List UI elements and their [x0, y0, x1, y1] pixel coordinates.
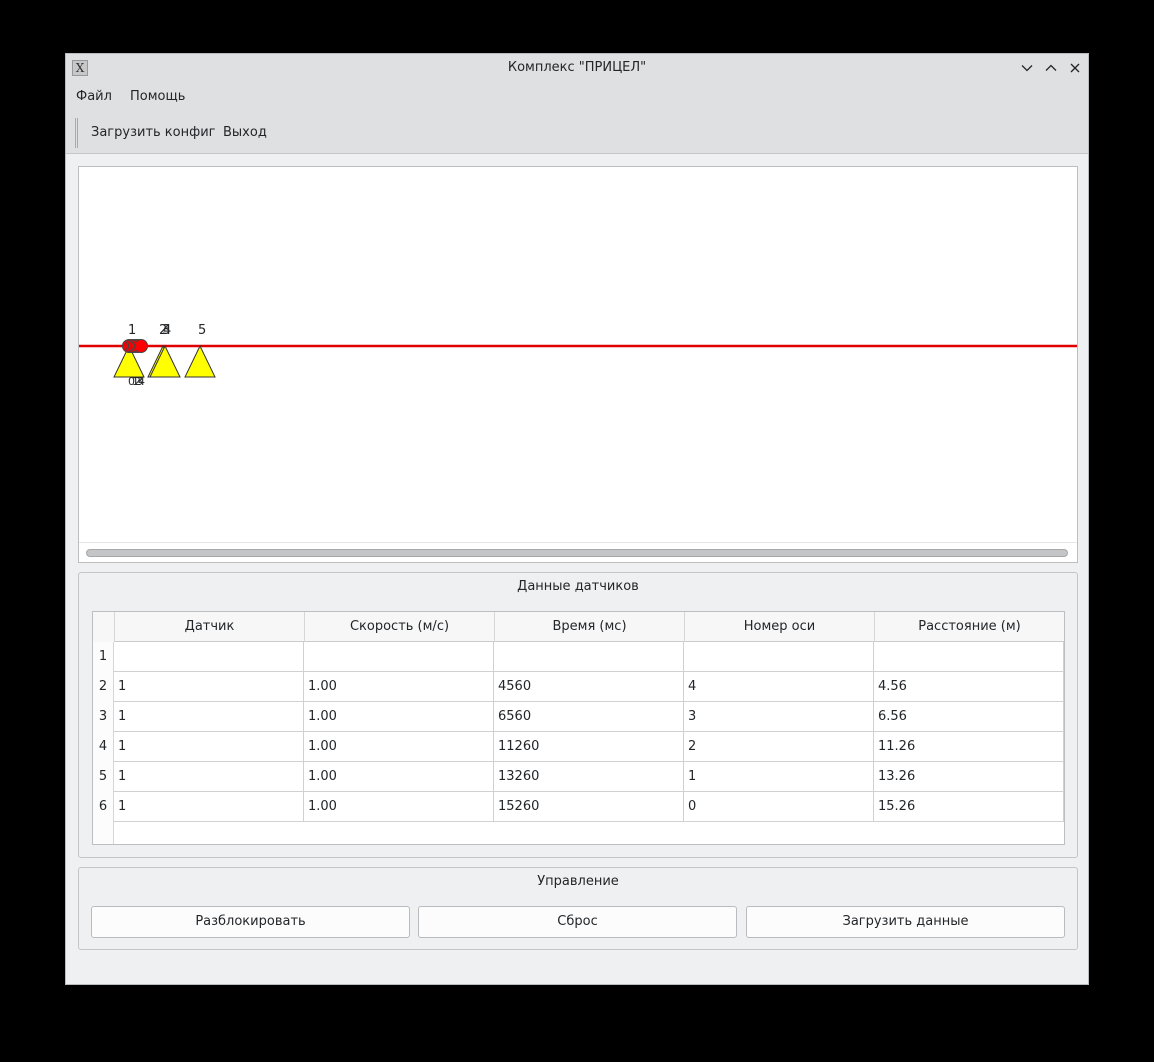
cell-distance[interactable]: 15.26 [874, 792, 1064, 822]
cell-sensor[interactable]: 1 [114, 672, 304, 702]
sensor-top-label: 4 [163, 323, 171, 338]
minimize-button[interactable] [1018, 59, 1036, 77]
cell-axle[interactable]: 3 [684, 702, 874, 732]
cell-sensor[interactable]: 1 [114, 732, 304, 762]
row-header[interactable]: 4 [93, 732, 114, 762]
cell-time[interactable]: 6560 [494, 702, 684, 732]
exit-button[interactable]: Выход [223, 125, 267, 140]
cell-time[interactable]: 13260 [494, 762, 684, 792]
sensor-top-label: 1 [128, 323, 136, 338]
close-icon [1070, 63, 1080, 73]
sensors-group-title: Данные датчиков [517, 579, 639, 594]
row-header[interactable]: 6 [93, 792, 114, 822]
toolbar: Загрузить конфиг Выход [66, 112, 1088, 154]
table-corner[interactable] [93, 612, 114, 642]
unlock-button[interactable]: Разблокировать [91, 906, 410, 938]
scrollbar-thumb[interactable] [86, 549, 1068, 557]
chevron-down-icon [1021, 65, 1033, 72]
sensor-top-label: 5 [198, 323, 206, 338]
cell-distance[interactable]: 4.56 [874, 672, 1064, 702]
cell-distance[interactable]: 11.26 [874, 732, 1064, 762]
cell-axle[interactable]: 0 [684, 792, 874, 822]
cell-speed[interactable]: 1.00 [304, 672, 494, 702]
cell-time[interactable]: 15260 [494, 792, 684, 822]
column-header-speed[interactable]: Скорость (м/с) [304, 612, 494, 642]
cell-distance[interactable]: 6.56 [874, 702, 1064, 732]
cell-axle[interactable] [684, 642, 874, 672]
cell-time[interactable] [494, 642, 684, 672]
cell-sensor[interactable]: 1 [114, 762, 304, 792]
track-scene: 1 2 3 4 5 0 1 2 3 4 [79, 323, 1077, 388]
load-config-button[interactable]: Загрузить конфиг [91, 125, 216, 140]
cell-axle[interactable]: 1 [684, 762, 874, 792]
axle-bottom-label: 4 [138, 375, 145, 388]
row-header[interactable]: 2 [93, 672, 114, 702]
column-header-axle[interactable]: Номер оси [684, 612, 874, 642]
row-header-empty [93, 822, 114, 844]
column-header-time[interactable]: Время (мс) [494, 612, 684, 642]
cell-speed[interactable] [304, 642, 494, 672]
control-group: Управление Разблокировать Сброс Загрузит… [78, 867, 1078, 950]
menu-help[interactable]: Помощь [130, 89, 185, 104]
row-header[interactable]: 3 [93, 702, 114, 732]
row-header[interactable]: 5 [93, 762, 114, 792]
cell-speed[interactable]: 1.00 [304, 732, 494, 762]
chevron-up-icon [1045, 64, 1057, 71]
cell-sensor[interactable]: 1 [114, 792, 304, 822]
cell-speed[interactable]: 1.00 [304, 762, 494, 792]
cell-speed[interactable]: 1.00 [304, 792, 494, 822]
table-header: Датчик Скорость (м/с) Время (мс) Номер о… [93, 612, 1064, 642]
table-row[interactable]: 4 1 1.00 11260 2 11.26 [93, 732, 1064, 762]
axle-marker [134, 339, 148, 353]
table-row[interactable]: 6 1 1.00 15260 0 15.26 [93, 792, 1064, 822]
title-bar[interactable]: X Комплекс "ПРИЦЕЛ" [66, 54, 1088, 82]
column-header-distance[interactable]: Расстояние (м) [874, 612, 1064, 642]
table-row[interactable]: 5 1 1.00 13260 1 13.26 [93, 762, 1064, 792]
row-header[interactable]: 1 [93, 642, 114, 672]
cell-sensor[interactable] [114, 642, 304, 672]
sensors-table[interactable]: Датчик Скорость (м/с) Время (мс) Номер о… [92, 611, 1065, 845]
sensor-marker [184, 344, 216, 378]
table-empty-area [93, 822, 1064, 844]
cell-time[interactable]: 4560 [494, 672, 684, 702]
sensors-group: Данные датчиков Датчик Скорость (м/с) Вр… [78, 572, 1078, 858]
toolbar-grip[interactable] [75, 118, 78, 148]
cell-distance[interactable]: 13.26 [874, 762, 1064, 792]
load-data-button[interactable]: Загрузить данные [746, 906, 1065, 938]
column-header-sensor[interactable]: Датчик [114, 612, 304, 642]
main-window: X Комплекс "ПРИЦЕЛ" Файл Помощь Загрузит… [65, 53, 1089, 985]
maximize-button[interactable] [1042, 59, 1060, 77]
cell-sensor[interactable]: 1 [114, 702, 304, 732]
sensor-marker [149, 344, 181, 378]
horizontal-scrollbar[interactable] [79, 542, 1077, 562]
menu-file[interactable]: Файл [76, 89, 112, 104]
cell-axle[interactable]: 4 [684, 672, 874, 702]
menu-bar: Файл Помощь [66, 82, 1088, 112]
table-row[interactable]: 2 1 1.00 4560 4 4.56 [93, 672, 1064, 702]
cell-time[interactable]: 11260 [494, 732, 684, 762]
cell-distance[interactable] [874, 642, 1064, 672]
control-group-title: Управление [537, 874, 619, 889]
window-title: Комплекс "ПРИЦЕЛ" [507, 60, 647, 75]
cell-axle[interactable]: 2 [684, 732, 874, 762]
table-row[interactable]: 3 1 1.00 6560 3 6.56 [93, 702, 1064, 732]
reset-button[interactable]: Сброс [418, 906, 737, 938]
table-row[interactable]: 1 [93, 642, 1064, 672]
close-button[interactable] [1066, 59, 1084, 77]
track-view[interactable]: 1 2 3 4 5 0 1 2 3 4 [78, 166, 1078, 563]
cell-speed[interactable]: 1.00 [304, 702, 494, 732]
